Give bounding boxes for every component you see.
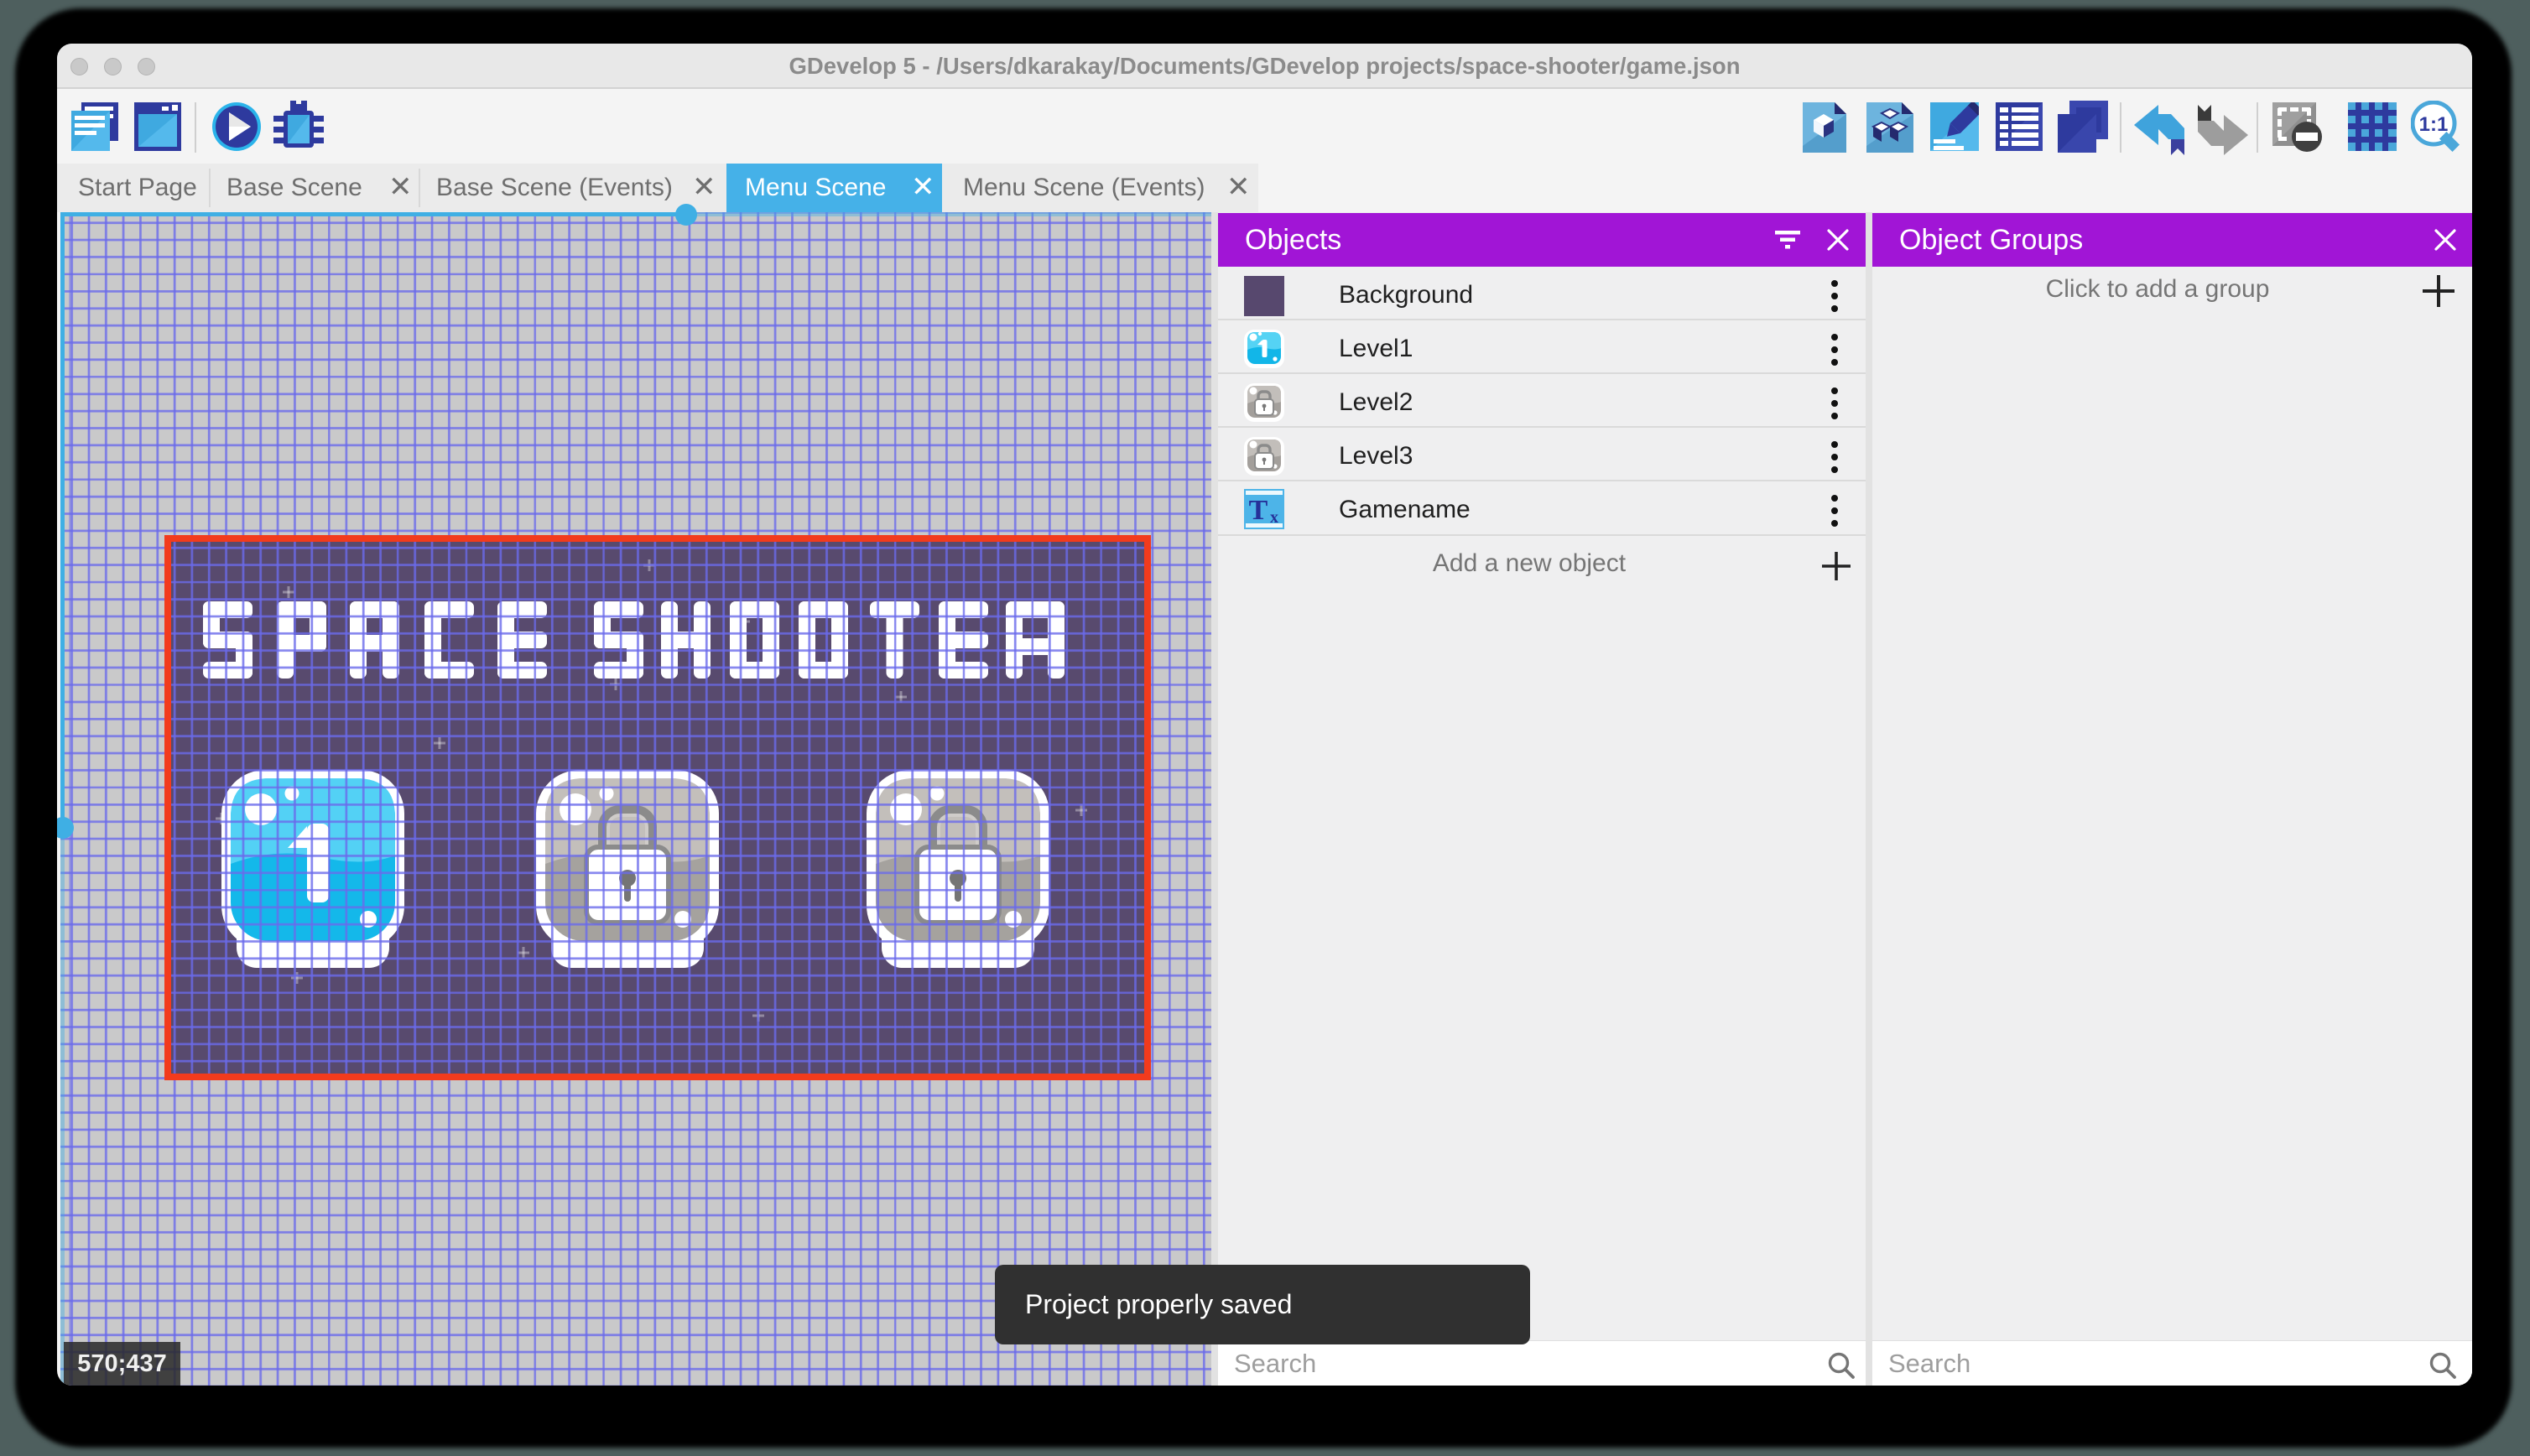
svg-text:T: T [1249, 495, 1268, 526]
svg-text:x: x [1270, 508, 1278, 527]
svg-text:1:1: 1:1 [2419, 113, 2449, 136]
